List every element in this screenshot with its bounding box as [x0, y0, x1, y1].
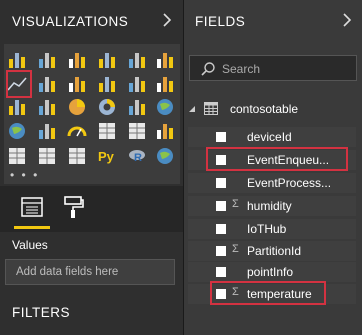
100-percent-column-icon[interactable]: [154, 49, 176, 71]
field-checkbox[interactable]: [216, 178, 226, 188]
ribbon-chart-icon[interactable]: [154, 73, 176, 95]
values-placeholder: Add data fields here: [16, 266, 119, 278]
kpi-icon[interactable]: [154, 120, 176, 142]
r-visual-icon[interactable]: R: [126, 145, 148, 167]
more-visuals-button[interactable]: • • •: [10, 168, 39, 182]
clustered-bar-icon[interactable]: [66, 49, 88, 71]
stacked-bar-icon[interactable]: [6, 49, 28, 71]
field-checkbox[interactable]: [216, 201, 226, 211]
field-row[interactable]: Σ PartitionId: [188, 241, 356, 261]
fields-well-tab-icon[interactable]: [20, 196, 44, 218]
field-row[interactable]: EventProcess...: [188, 173, 356, 193]
visualizations-title: VISUALIZATIONS: [12, 14, 129, 29]
funnel-icon[interactable]: [36, 120, 58, 142]
table-name: contosotable: [230, 102, 299, 116]
field-row[interactable]: deviceId: [188, 127, 356, 147]
active-tab-indicator: [14, 226, 50, 229]
map-icon[interactable]: [154, 96, 176, 118]
collapse-visualizations-chevron-icon[interactable]: [160, 10, 174, 30]
treemap-icon[interactable]: [126, 96, 148, 118]
field-highlight-eventenqueued: [206, 147, 348, 171]
filled-map-icon[interactable]: [6, 120, 28, 142]
expand-triangle-icon[interactable]: [188, 104, 196, 114]
selected-visual-highlight: [6, 70, 32, 98]
field-checkbox[interactable]: [216, 132, 226, 142]
svg-text:Py: Py: [98, 149, 115, 164]
field-label: deviceId: [247, 130, 292, 144]
field-row[interactable]: Σhumidity: [188, 196, 356, 216]
field-row[interactable]: pointInfo: [188, 262, 356, 282]
values-drop-zone[interactable]: Add data fields here: [5, 259, 175, 285]
line-clustered-column-icon[interactable]: [126, 73, 148, 95]
multi-row-card-icon[interactable]: [126, 120, 148, 142]
collapse-fields-chevron-icon[interactable]: [340, 10, 354, 30]
slicer-icon[interactable]: [6, 145, 28, 167]
svg-text:R: R: [134, 152, 142, 164]
table-node[interactable]: contosotable: [188, 100, 358, 118]
fields-title: FIELDS: [195, 14, 246, 29]
visualizations-pane: VISUALIZATIONS Py R • • • Values Add data…: [0, 0, 183, 335]
line-column-icon[interactable]: [96, 73, 118, 95]
field-label: PartitionId: [247, 244, 302, 258]
sigma-icon: Σ: [232, 198, 239, 210]
stacked-column-icon[interactable]: [36, 49, 58, 71]
search-icon: [201, 62, 215, 76]
filters-title: FILTERS: [12, 305, 71, 320]
field-checkbox[interactable]: [216, 267, 226, 277]
100-percent-bar-icon[interactable]: [126, 49, 148, 71]
field-highlight-temperature: [210, 281, 326, 305]
donut-chart-icon[interactable]: [96, 96, 118, 118]
waterfall-icon[interactable]: [6, 96, 28, 118]
pie-chart-icon[interactable]: [66, 96, 88, 118]
format-paint-roller-tab-icon[interactable]: [62, 195, 86, 219]
table-icon: [204, 102, 218, 115]
card-icon[interactable]: [96, 120, 118, 142]
arcgis-icon[interactable]: [154, 145, 176, 167]
clustered-column-icon[interactable]: [96, 49, 118, 71]
field-label: pointInfo: [247, 265, 294, 279]
sigma-icon: Σ: [232, 243, 239, 255]
search-placeholder: Search: [222, 62, 261, 76]
field-label: humidity: [247, 199, 292, 213]
table-icon[interactable]: [36, 145, 58, 167]
values-label: Values: [12, 238, 48, 252]
field-checkbox[interactable]: [216, 224, 226, 234]
matrix-icon[interactable]: [66, 145, 88, 167]
fields-search-box[interactable]: Search: [189, 55, 357, 81]
field-checkbox[interactable]: [216, 246, 226, 256]
field-row[interactable]: IoTHub: [188, 219, 356, 239]
python-visual-icon[interactable]: Py: [96, 145, 118, 167]
field-label: IoTHub: [247, 222, 287, 236]
gauge-icon[interactable]: [66, 120, 88, 142]
area-chart-icon[interactable]: [36, 73, 58, 95]
field-label: EventProcess...: [247, 176, 332, 190]
scatter-icon[interactable]: [36, 96, 58, 118]
stacked-area-icon[interactable]: [66, 73, 88, 95]
